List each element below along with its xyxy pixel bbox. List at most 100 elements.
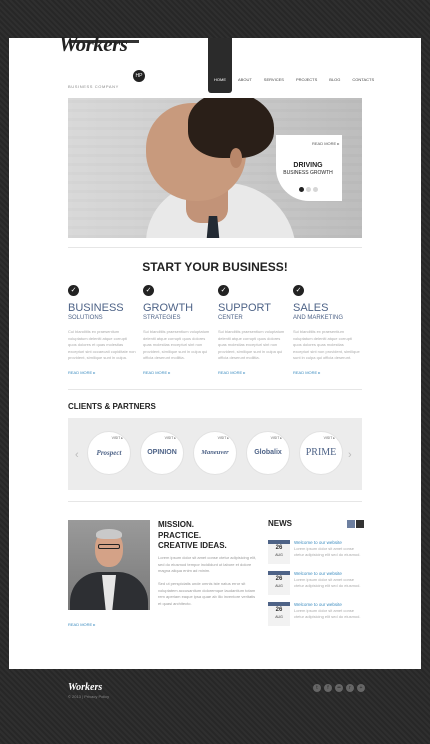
- photo-glasses: [98, 544, 120, 549]
- footer-copyright[interactable]: © 2013 | Privacy Policy: [68, 694, 109, 699]
- feature-read-more-link[interactable]: READ MORE ▸: [68, 370, 136, 375]
- client-logo-prospect[interactable]: VISIT ▸ Prospect: [87, 431, 131, 475]
- footer-logo[interactable]: Workers: [68, 682, 102, 693]
- google-plus-icon[interactable]: +: [357, 684, 365, 692]
- nav-item-contacts[interactable]: Contacts: [346, 38, 380, 93]
- slider-dot-3[interactable]: [313, 187, 318, 192]
- logo-badge: HP: [133, 70, 145, 82]
- feature-title: SALES: [293, 302, 329, 314]
- client-visit-link[interactable]: VISIT ▸: [112, 436, 123, 440]
- nav-item-home[interactable]: Home: [208, 38, 232, 93]
- client-name: PRIME: [305, 447, 337, 458]
- hero-ear: [230, 148, 242, 168]
- logo-tagline: BUSINESS COMPANY: [68, 84, 119, 89]
- client-name: Prospect: [96, 449, 122, 457]
- client-visit-link[interactable]: VISIT ▸: [165, 436, 176, 440]
- news-heading: NEWS: [268, 519, 292, 528]
- mission-heading: MISSION. PRACTICE. CREATIVE IDEAS.: [158, 520, 227, 552]
- checkmark-icon: ✓: [143, 285, 154, 296]
- mission-line-2: PRACTICE.: [158, 530, 202, 540]
- slider-dot-1[interactable]: [299, 187, 304, 192]
- feature-read-more-link[interactable]: READ MORE ▸: [143, 370, 211, 375]
- news-next-icon[interactable]: [356, 520, 364, 528]
- divider: [68, 389, 362, 390]
- client-logo-prime[interactable]: VISIT ▸ PRIME: [299, 431, 343, 475]
- client-visit-link[interactable]: VISIT ▸: [271, 436, 282, 440]
- news-date-month: AUG: [275, 584, 283, 588]
- feature-title: BUSINESS: [68, 302, 124, 314]
- checkmark-icon: ✓: [293, 285, 304, 296]
- news-text: Lorem ipsum dolor sit amet conse ctetur …: [294, 577, 361, 588]
- news-nav: [347, 520, 364, 528]
- twitter-icon[interactable]: t: [313, 684, 321, 692]
- feature-business: ✓ BUSINESS SOLUTIONS Cui blanditiis ex p…: [68, 285, 136, 375]
- news-item: 26 AUG Welcome to our website Lorem ipsu…: [268, 602, 362, 628]
- carousel-next-arrow-icon[interactable]: ›: [348, 449, 352, 461]
- client-name: Globalix: [254, 449, 282, 456]
- nav-item-about[interactable]: About: [232, 38, 258, 93]
- clients-heading: CLIENTS & PARTNERS: [68, 402, 156, 411]
- team-member-photo: [68, 520, 150, 610]
- logo[interactable]: Workers: [59, 32, 128, 57]
- divider: [68, 501, 362, 502]
- feature-read-more-link[interactable]: READ MORE ▸: [218, 370, 286, 375]
- feature-growth: ✓ GROWTH STRATEGIES Sui blanditiis praes…: [143, 285, 211, 375]
- carousel-prev-arrow-icon[interactable]: ‹: [75, 449, 79, 461]
- nav-item-blog[interactable]: Blog: [323, 38, 346, 93]
- client-visit-link[interactable]: VISIT ▸: [218, 436, 229, 440]
- news-title-link[interactable]: Welcome to our website: [294, 540, 342, 545]
- checkmark-icon: ✓: [68, 285, 79, 296]
- mission-line-3: CREATIVE IDEAS.: [158, 541, 227, 550]
- divider: [68, 247, 362, 248]
- news-prev-icon[interactable]: [347, 520, 355, 528]
- news-date: 26 AUG: [268, 571, 290, 595]
- slider-dot-2[interactable]: [306, 187, 311, 192]
- feature-text: Sui blanditiis ex praesentium voluptatum…: [293, 329, 360, 360]
- feature-read-more-link[interactable]: READ MORE ▸: [293, 370, 361, 375]
- feature-subtitle: AND MARKETING: [293, 315, 344, 321]
- feature-text: Sui blanditiis praesentium voluptatum de…: [218, 329, 285, 360]
- client-name: OPINION: [147, 449, 177, 456]
- news-date-day: 26: [275, 545, 283, 551]
- nav-item-projects[interactable]: Projects: [290, 38, 323, 93]
- hero-caption-subtitle: BUSINESS GROWTH: [283, 170, 333, 176]
- client-logo-opinion[interactable]: VISIT ▸ OPINION: [140, 431, 184, 475]
- mission-paragraph-1: Lorem ipsum dolor sit amet conse ctetur …: [158, 555, 257, 573]
- news-item: 26 AUG Welcome to our website Lorem ipsu…: [268, 540, 362, 566]
- news-date-month: AUG: [275, 615, 283, 619]
- client-logo-maneuver[interactable]: VISIT ▸ Maneuver: [193, 431, 237, 475]
- feature-title: GROWTH: [143, 302, 194, 314]
- news-title-link[interactable]: Welcome to our website: [294, 571, 342, 576]
- news-date: 26 AUG: [268, 540, 290, 564]
- news-text: Lorem ipsum dolor sit amet conse ctetur …: [294, 546, 361, 557]
- mission-paragraph-2: Sed ut perspiciatis unde omnis iste natu…: [158, 581, 256, 606]
- client-visit-link[interactable]: VISIT ▸: [324, 436, 335, 440]
- nav-item-services[interactable]: Services: [258, 38, 290, 93]
- hero-caption-title: DRIVING: [293, 162, 323, 169]
- client-name: Maneuver: [201, 449, 229, 456]
- news-date: 26 AUG: [268, 602, 290, 626]
- news-item: 26 AUG Welcome to our website Lorem ipsu…: [268, 571, 362, 597]
- feature-support: ✓ SUPPORT CENTER Sui blanditiis praesent…: [218, 285, 286, 375]
- client-logo-globalix[interactable]: VISIT ▸ Globalix: [246, 431, 290, 475]
- rss-icon[interactable]: r: [346, 684, 354, 692]
- feature-subtitle: CENTER: [218, 315, 243, 321]
- mission-line-1: MISSION.: [158, 520, 195, 529]
- feature-text: Cui blanditiis ex praesentium voluptatum…: [68, 329, 136, 360]
- news-text: Lorem ipsum dolor sit amet conse ctetur …: [294, 608, 361, 619]
- news-title-link[interactable]: Welcome to our website: [294, 602, 342, 607]
- news-date-day: 26: [275, 576, 283, 582]
- news-date-month: AUG: [275, 553, 283, 557]
- feature-sales: ✓ SALES AND MARKETING Sui blanditiis ex …: [293, 285, 361, 375]
- mission-read-more-link[interactable]: READ MORE ▸: [68, 622, 95, 627]
- slider-dots: [299, 187, 318, 192]
- feature-title: SUPPORT: [218, 302, 271, 314]
- hero-read-more-link[interactable]: READ MORE ▸: [312, 141, 339, 146]
- facebook-icon[interactable]: f: [324, 684, 332, 692]
- flickr-icon[interactable]: ••: [335, 684, 343, 692]
- feature-subtitle: STRATEGIES: [143, 315, 181, 321]
- checkmark-icon: ✓: [218, 285, 229, 296]
- hero-hair: [188, 98, 274, 158]
- feature-subtitle: SOLUTIONS: [68, 315, 103, 321]
- features-heading: START YOUR BUSINESS!: [142, 260, 288, 274]
